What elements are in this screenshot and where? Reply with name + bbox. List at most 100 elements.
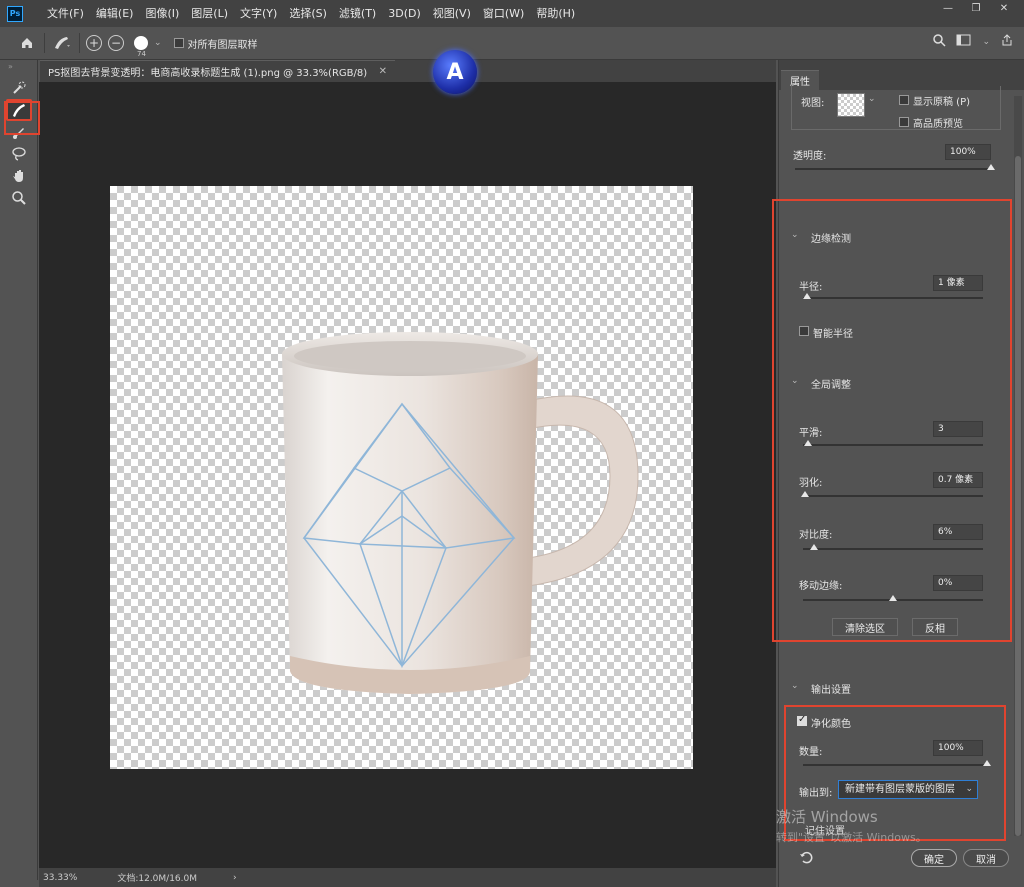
lasso-tool-icon[interactable]	[6, 143, 32, 165]
window-controls: — ❐ ✕	[934, 0, 1018, 16]
menu-image[interactable]: 图像(I)	[139, 0, 185, 27]
decontaminate-colors-checkbox[interactable]	[797, 714, 807, 726]
quick-selection-tool-icon[interactable]	[6, 77, 32, 99]
radius-slider-thumb[interactable]	[802, 293, 811, 299]
amount-slider-track[interactable]	[803, 764, 987, 766]
options-bar: + − 74 ⌄ 对所有图层取样 ⌄	[0, 27, 1024, 60]
output-settings-chevron-icon[interactable]: ⌄	[791, 681, 799, 691]
cancel-button[interactable]: 取消	[963, 849, 1009, 867]
menu-items: 文件(F) 编辑(E) 图像(I) 图层(L) 文字(Y) 选择(S) 滤镜(T…	[41, 0, 581, 27]
panel-scrollbar[interactable]	[1014, 96, 1022, 836]
separator	[79, 33, 80, 53]
opacity-slider-thumb[interactable]	[987, 164, 995, 170]
contrast-input[interactable]: 6%	[933, 524, 983, 540]
close-button[interactable]: ✕	[990, 0, 1018, 16]
smooth-slider-thumb[interactable]	[804, 440, 813, 446]
document-size: 文档:12.0M/16.0M	[117, 874, 198, 884]
home-icon[interactable]	[16, 32, 38, 54]
view-mode-thumbnail[interactable]	[837, 93, 865, 117]
menu-window[interactable]: 窗口(W)	[477, 0, 530, 27]
status-arrow-icon[interactable]: ›	[233, 873, 237, 883]
menu-select[interactable]: 选择(S)	[283, 0, 333, 27]
edge-detection-chevron-icon[interactable]: ⌄	[791, 230, 799, 240]
amount-input[interactable]: 100%	[933, 740, 983, 756]
workspace-chevron-icon[interactable]: ⌄	[982, 37, 990, 47]
collapse-icon[interactable]: »	[8, 62, 37, 71]
show-original-checkbox[interactable]	[899, 95, 909, 105]
output-to-select[interactable]: 新建带有图层蒙版的图层 ⌄	[838, 780, 978, 799]
shift-edge-label: 移动边缘:	[799, 581, 843, 592]
brush-tool-icon[interactable]	[6, 121, 32, 143]
invert-button[interactable]: 反相	[912, 618, 958, 636]
workspace-icon[interactable]	[956, 33, 972, 50]
opacity-input[interactable]: 100%	[945, 144, 991, 160]
watermark-logo: A	[433, 50, 477, 94]
menu-filter[interactable]: 滤镜(T)	[333, 0, 382, 27]
global-refine-title[interactable]: 全局调整	[811, 376, 851, 391]
smooth-input[interactable]: 3	[933, 421, 983, 437]
menu-view[interactable]: 视图(V)	[427, 0, 477, 27]
menu-edit[interactable]: 编辑(E)	[90, 0, 140, 27]
radius-label: 半径:	[799, 282, 823, 293]
separator	[44, 33, 45, 53]
sample-all-layers-checkbox[interactable]	[173, 38, 184, 48]
canvas-area[interactable]	[39, 82, 776, 868]
minimize-button[interactable]: —	[934, 0, 962, 16]
view-chevron-icon[interactable]: ⌄	[868, 94, 876, 104]
high-quality-preview-label: 高品质预览	[913, 119, 963, 130]
ok-button[interactable]: 确定	[911, 849, 957, 867]
chevron-down-icon[interactable]: ⌄	[154, 38, 162, 48]
shift-edge-slider-thumb[interactable]	[889, 595, 897, 601]
contrast-slider-track[interactable]	[803, 548, 983, 550]
scrollbar-thumb[interactable]	[1015, 156, 1021, 836]
global-refine-chevron-icon[interactable]: ⌄	[791, 376, 799, 386]
high-quality-preview-checkbox[interactable]	[899, 117, 909, 127]
contrast-slider-thumb[interactable]	[809, 544, 818, 550]
tools-panel: »	[0, 60, 38, 880]
document-tab[interactable]: PS抠图去背景变透明：电商高收录标题生成 (1).png @ 33.3%(RGB…	[40, 60, 395, 82]
feather-slider-track[interactable]	[803, 495, 983, 497]
search-icon[interactable]	[932, 33, 946, 50]
output-to-value: 新建带有图层蒙版的图层	[845, 784, 955, 795]
feather-slider-thumb[interactable]	[800, 491, 809, 497]
opacity-slider-track[interactable]	[795, 168, 991, 170]
smooth-slider-track[interactable]	[803, 444, 983, 446]
document-canvas[interactable]	[110, 186, 693, 769]
menu-layer[interactable]: 图层(L)	[185, 0, 234, 27]
refine-brush-preset-icon[interactable]	[51, 32, 73, 54]
radius-input[interactable]: 1 像素	[933, 275, 983, 291]
shift-edge-input[interactable]: 0%	[933, 575, 983, 591]
properties-panel: 属性 视图: ⌄ 显示原稿 (P) 高品质预览 透明度: 100% ⌄ 边缘检测…	[778, 60, 1024, 887]
output-settings-title[interactable]: 输出设置	[811, 681, 851, 696]
zoom-tool-icon[interactable]	[6, 187, 32, 209]
menu-bar: Ps 文件(F) 编辑(E) 图像(I) 图层(L) 文字(Y) 选择(S) 滤…	[0, 0, 1024, 27]
amount-slider-thumb[interactable]	[983, 760, 991, 766]
decontaminate-colors-label: 净化颜色	[811, 719, 851, 730]
refine-edge-brush-tool-icon[interactable]	[6, 99, 32, 121]
show-original-label: 显示原稿 (P)	[913, 97, 971, 108]
menu-file[interactable]: 文件(F)	[41, 0, 90, 27]
menu-help[interactable]: 帮助(H)	[530, 0, 581, 27]
clear-selection-button[interactable]: 清除选区	[832, 618, 898, 636]
feather-input[interactable]: 0.7 像素	[933, 472, 983, 488]
mug-image	[282, 332, 639, 694]
reset-icon[interactable]	[799, 850, 813, 867]
subtract-from-selection-icon[interactable]: −	[108, 35, 124, 51]
radius-slider-track[interactable]	[803, 297, 983, 299]
share-icon[interactable]	[1000, 33, 1014, 50]
add-to-selection-icon[interactable]: +	[86, 35, 102, 51]
edge-detection-title[interactable]: 边缘检测	[811, 230, 851, 245]
zoom-level[interactable]: 33.33%	[43, 873, 77, 883]
menu-3d[interactable]: 3D(D)	[382, 0, 427, 27]
photoshop-logo: Ps	[7, 5, 23, 22]
smart-radius-checkbox[interactable]	[799, 326, 809, 336]
windows-activation-watermark: 激活 Windows	[776, 808, 878, 826]
brush-size-picker[interactable]: 74	[134, 36, 148, 58]
close-document-icon[interactable]: ✕	[379, 66, 387, 77]
restore-button[interactable]: ❐	[962, 0, 990, 16]
menu-type[interactable]: 文字(Y)	[234, 0, 283, 27]
hand-tool-icon[interactable]	[6, 165, 32, 187]
brush-size-value: 74	[137, 50, 146, 58]
smart-radius-label: 智能半径	[813, 329, 853, 340]
contrast-label: 对比度:	[799, 530, 833, 541]
